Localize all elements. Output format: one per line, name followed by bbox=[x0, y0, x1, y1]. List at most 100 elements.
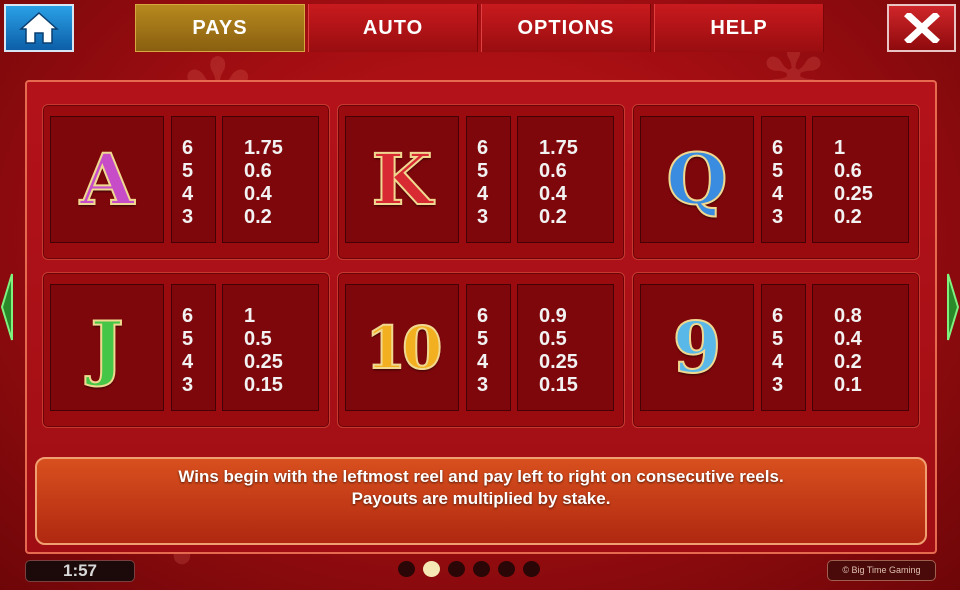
count-value: 6 bbox=[477, 305, 489, 327]
count-value: 5 bbox=[477, 160, 489, 182]
developer-credit: © Big Time Gaming bbox=[827, 560, 936, 581]
home-icon bbox=[19, 11, 59, 44]
count-value: 3 bbox=[477, 206, 489, 228]
payout-value: 0.1 bbox=[834, 374, 862, 396]
symbol-j: J bbox=[89, 305, 124, 389]
symbol-tile: Q bbox=[640, 116, 754, 243]
page-dot[interactable] bbox=[523, 561, 540, 577]
payout-value: 1.75 bbox=[539, 137, 578, 159]
count-value: 5 bbox=[772, 160, 784, 182]
count-value: 3 bbox=[772, 374, 784, 396]
payout-column: 1.75 0.6 0.4 0.2 bbox=[517, 116, 614, 243]
symbol-10: 10 bbox=[365, 313, 444, 382]
count-value: 3 bbox=[182, 374, 194, 396]
rules-line-1: Wins begin with the leftmost reel and pa… bbox=[178, 467, 784, 486]
symbol-k: K bbox=[371, 137, 434, 221]
close-button[interactable] bbox=[887, 4, 956, 52]
tab-auto[interactable]: AUTO bbox=[308, 4, 478, 52]
count-value: 6 bbox=[772, 137, 784, 159]
payout-value: 0.6 bbox=[244, 160, 272, 182]
payout-column: 0.9 0.5 0.25 0.15 bbox=[517, 284, 614, 411]
page-dot-active[interactable] bbox=[423, 561, 440, 577]
count-value: 4 bbox=[182, 351, 194, 373]
count-column: 6 5 4 3 bbox=[761, 116, 806, 243]
count-column: 6 5 4 3 bbox=[171, 284, 216, 411]
symbol-a: A bbox=[79, 137, 135, 221]
payout-value: 0.25 bbox=[244, 351, 283, 373]
page-dot[interactable] bbox=[498, 561, 515, 577]
count-column: 6 5 4 3 bbox=[466, 116, 511, 243]
payout-value: 0.6 bbox=[539, 160, 567, 182]
paytable-card-q: Q 6 5 4 3 1 0.6 0.25 0.2 bbox=[632, 104, 920, 260]
count-value: 5 bbox=[182, 160, 194, 182]
payout-value: 0.5 bbox=[539, 328, 567, 350]
count-column: 6 5 4 3 bbox=[466, 284, 511, 411]
page-dot[interactable] bbox=[473, 561, 490, 577]
count-value: 6 bbox=[477, 137, 489, 159]
payout-value: 1 bbox=[834, 137, 846, 159]
top-nav: PAYS AUTO OPTIONS HELP bbox=[0, 0, 960, 54]
next-page-arrow-icon[interactable] bbox=[946, 272, 960, 342]
count-value: 4 bbox=[772, 183, 784, 205]
payout-value: 0.25 bbox=[539, 351, 578, 373]
count-value: 3 bbox=[182, 206, 194, 228]
count-value: 3 bbox=[477, 374, 489, 396]
close-icon bbox=[903, 13, 940, 43]
payout-value: 0.4 bbox=[244, 183, 272, 205]
paytable-card-a: A 6 5 4 3 1.75 0.6 0.4 0.2 bbox=[42, 104, 330, 260]
payout-column: 1 0.5 0.25 0.15 bbox=[222, 284, 319, 411]
previous-page-arrow-icon[interactable] bbox=[0, 272, 14, 342]
payout-value: 0.15 bbox=[539, 374, 578, 396]
count-value: 4 bbox=[477, 183, 489, 205]
count-value: 5 bbox=[772, 328, 784, 350]
symbol-tile: 9 bbox=[640, 284, 754, 411]
count-column: 6 5 4 3 bbox=[171, 116, 216, 243]
paytable-card-9: 9 6 5 4 3 0.8 0.4 0.2 0.1 bbox=[632, 272, 920, 428]
payout-column: 0.8 0.4 0.2 0.1 bbox=[812, 284, 909, 411]
count-value: 5 bbox=[182, 328, 194, 350]
count-value: 4 bbox=[772, 351, 784, 373]
tab-pays[interactable]: PAYS bbox=[135, 4, 305, 52]
symbol-tile: K bbox=[345, 116, 459, 243]
count-value: 6 bbox=[182, 137, 194, 159]
payout-value: 0.4 bbox=[539, 183, 567, 205]
home-button[interactable] bbox=[4, 4, 74, 52]
payout-value: 0.15 bbox=[244, 374, 283, 396]
payout-value: 0.5 bbox=[244, 328, 272, 350]
symbol-9: 9 bbox=[672, 305, 723, 389]
count-value: 6 bbox=[182, 305, 194, 327]
count-value: 4 bbox=[182, 183, 194, 205]
payout-column: 1 0.6 0.25 0.2 bbox=[812, 116, 909, 243]
count-value: 5 bbox=[477, 328, 489, 350]
payout-value: 0.4 bbox=[834, 328, 862, 350]
payout-value: 0.6 bbox=[834, 160, 862, 182]
paytable-card-10: 10 6 5 4 3 0.9 0.5 0.25 0.15 bbox=[337, 272, 625, 428]
payout-value: 1 bbox=[244, 305, 256, 327]
payout-value: 0.2 bbox=[834, 206, 862, 228]
symbol-tile: J bbox=[50, 284, 164, 411]
count-value: 3 bbox=[772, 206, 784, 228]
tab-options[interactable]: OPTIONS bbox=[481, 4, 651, 52]
payout-value: 0.2 bbox=[244, 206, 272, 228]
symbol-q: Q bbox=[666, 137, 729, 221]
count-value: 6 bbox=[772, 305, 784, 327]
rules-line-2: Payouts are multiplied by stake. bbox=[351, 489, 611, 508]
page-dot[interactable] bbox=[398, 561, 415, 577]
payout-value: 0.2 bbox=[539, 206, 567, 228]
payout-value: 0.25 bbox=[834, 183, 873, 205]
payout-value: 0.2 bbox=[834, 351, 862, 373]
symbol-tile: 10 bbox=[345, 284, 459, 411]
tab-help[interactable]: HELP bbox=[654, 4, 824, 52]
payout-value: 0.9 bbox=[539, 305, 567, 327]
paytable-card-j: J 6 5 4 3 1 0.5 0.25 0.15 bbox=[42, 272, 330, 428]
count-value: 4 bbox=[477, 351, 489, 373]
paytable-card-k: K 6 5 4 3 1.75 0.6 0.4 0.2 bbox=[337, 104, 625, 260]
payout-column: 1.75 0.6 0.4 0.2 bbox=[222, 116, 319, 243]
payout-value: 1.75 bbox=[244, 137, 283, 159]
page-dot[interactable] bbox=[448, 561, 465, 577]
rules-info-box: Wins begin with the leftmost reel and pa… bbox=[35, 457, 927, 545]
symbol-tile: A bbox=[50, 116, 164, 243]
payout-value: 0.8 bbox=[834, 305, 862, 327]
page-indicator bbox=[398, 561, 540, 577]
count-column: 6 5 4 3 bbox=[761, 284, 806, 411]
